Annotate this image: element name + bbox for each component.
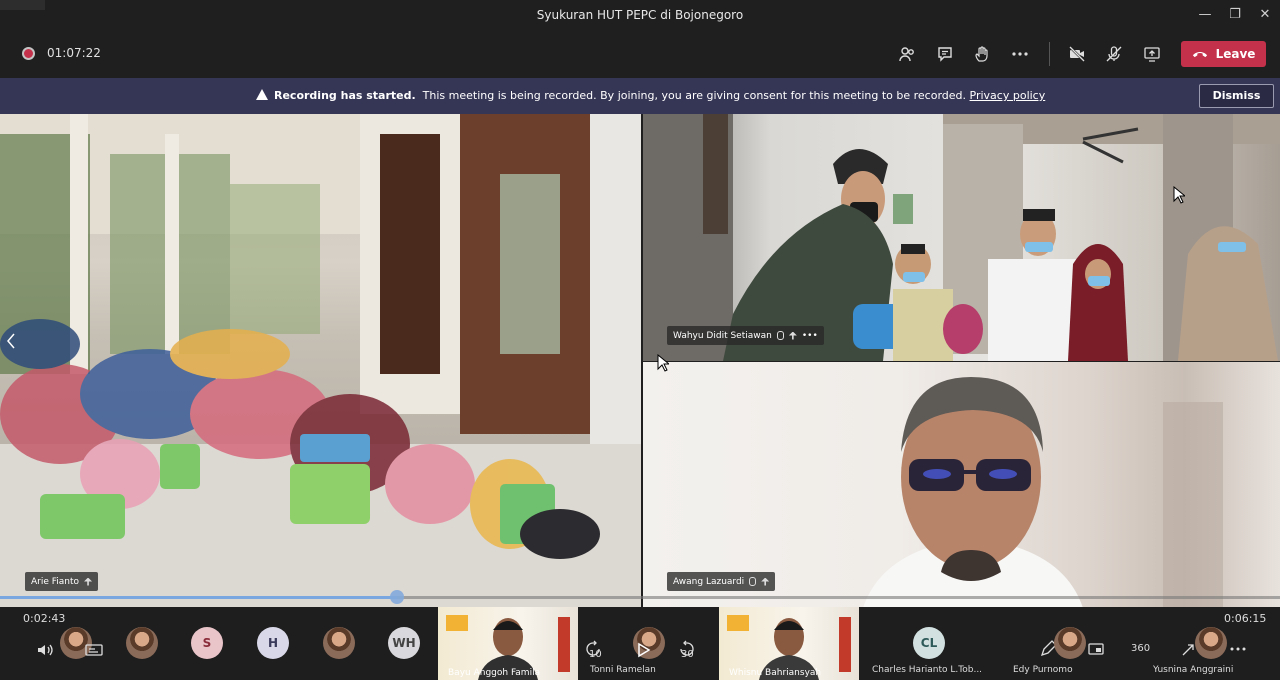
toolbar-divider <box>1049 42 1050 66</box>
total-time: 0:06:15 <box>1224 612 1267 625</box>
mic-off-icon <box>1106 46 1122 62</box>
participant-name: Bayu Anggoh Famila <box>448 668 541 678</box>
participant-name: Yusnina Anggraini <box>1153 665 1234 675</box>
video-tile-main[interactable]: Arie Fianto <box>0 114 641 608</box>
playback-progress-fill <box>0 596 397 599</box>
pin-icon <box>761 577 770 586</box>
bottom-bar: 0:02:43 0:06:15 S H WH Bayu Anggoh Famil… <box>0 607 1280 680</box>
participants-icon <box>899 47 914 62</box>
elapsed-time: 0:02:43 <box>23 612 66 625</box>
mouse-cursor-icon <box>1173 186 1185 204</box>
avatar[interactable] <box>1195 627 1227 659</box>
camera-toggle-button[interactable] <box>1065 42 1089 66</box>
participant-name-tag: Arie Fianto <box>25 572 99 591</box>
captions-icon <box>85 644 103 656</box>
meeting-toolbar: 01:07:22 Leave <box>0 30 1280 78</box>
avatar[interactable] <box>323 627 355 659</box>
play-button[interactable] <box>633 640 653 663</box>
chat-icon <box>938 47 952 62</box>
view-360-button[interactable]: 360 <box>1131 643 1150 654</box>
participant-name: Tonni Ramelan <box>590 665 656 675</box>
close-button[interactable]: ✕ <box>1256 6 1274 24</box>
forward-label: 30 <box>681 649 694 660</box>
pin-icon <box>84 577 93 586</box>
video-feed-ceremony <box>643 114 1280 361</box>
participant-name: Arie Fianto <box>31 576 80 587</box>
teams-meeting-window: Syukuran HUT PEPC di Bojonegoro — ❐ ✕ 01… <box>0 0 1280 680</box>
participant-video-thumbnail[interactable]: Bayu Anggoh Famila <box>438 607 578 680</box>
recording-title: Recording has started. <box>274 89 416 102</box>
avatar[interactable] <box>1054 627 1086 659</box>
view-360-label: 360 <box>1131 643 1151 654</box>
participants-button[interactable] <box>895 42 919 66</box>
volume-button[interactable] <box>35 640 55 663</box>
meeting-timer: 01:07:22 <box>47 46 101 60</box>
title-bar: Syukuran HUT PEPC di Bojonegoro — ❐ ✕ <box>0 0 1280 30</box>
more-options-icon <box>1230 647 1246 651</box>
leave-label: Leave <box>1215 47 1256 61</box>
avatar[interactable]: S <box>191 627 223 659</box>
warning-icon <box>256 89 268 100</box>
mouse-cursor-icon <box>657 354 669 372</box>
rewind-label: 10 <box>589 649 602 660</box>
minimize-button[interactable]: — <box>1196 6 1214 24</box>
dismiss-button[interactable]: Dismiss <box>1199 84 1274 108</box>
video-tile-bottom-right[interactable]: Awang Lazuardi <box>643 362 1280 608</box>
raise-hand-icon <box>975 46 988 62</box>
participant-name: Whisnu Bahriansyah <box>729 668 822 678</box>
participant-name: Awang Lazuardi <box>673 576 745 587</box>
rewind-button[interactable]: 10 <box>583 639 603 662</box>
recording-banner: Recording has started. This meeting is b… <box>0 78 1280 114</box>
avatar[interactable]: H <box>257 627 289 659</box>
playback-scrubber-handle[interactable] <box>389 590 404 604</box>
screenshot-icon <box>1088 643 1104 655</box>
chat-button[interactable] <box>933 42 957 66</box>
more-options-button[interactable] <box>1228 639 1248 662</box>
camera-off-icon <box>1069 46 1085 62</box>
privacy-policy-link[interactable]: Privacy policy <box>970 89 1046 102</box>
recording-message: Recording has started. This meeting is b… <box>256 89 1045 102</box>
video-tile-top-right[interactable]: Wahyu Didit Setiawan ••• <box>643 114 1280 361</box>
mic-toggle-button[interactable] <box>1102 42 1126 66</box>
participant-video-thumbnail[interactable]: Whisnu Bahriansyah <box>719 607 859 680</box>
leave-button[interactable]: Leave <box>1181 41 1266 67</box>
video-feed-crowd <box>0 114 641 608</box>
more-options-button[interactable] <box>1008 42 1032 66</box>
recording-text: This meeting is being recorded. By joini… <box>422 89 967 102</box>
forward-button[interactable]: 30 <box>677 639 697 662</box>
participant-name: Charles Harianto L.Tob... <box>872 665 983 675</box>
more-options-icon <box>1012 52 1028 56</box>
window-title: Syukuran HUT PEPC di Bojonegoro <box>536 8 744 22</box>
pin-icon <box>788 331 797 340</box>
restore-button[interactable]: ❐ <box>1226 6 1244 24</box>
recording-indicator-icon <box>22 47 35 60</box>
avatar[interactable]: WH <box>388 627 420 659</box>
mic-icon <box>749 577 757 586</box>
share-screen-button[interactable] <box>1140 42 1164 66</box>
raise-hand-button[interactable] <box>970 42 994 66</box>
participant-name-tag: Awang Lazuardi <box>667 572 776 591</box>
play-icon <box>638 642 651 658</box>
share-screen-icon <box>1144 47 1160 62</box>
hang-up-icon <box>1192 51 1207 57</box>
screenshot-button[interactable] <box>1086 639 1106 662</box>
participant-name: Edy Purnomo <box>1013 665 1073 675</box>
participant-name-tag: Wahyu Didit Setiawan ••• <box>667 326 824 345</box>
avatar[interactable] <box>126 627 158 659</box>
tile-more-options[interactable]: ••• <box>802 331 818 341</box>
playback-progress-bar[interactable] <box>0 590 1280 604</box>
participant-name: Wahyu Didit Setiawan <box>673 330 772 341</box>
mic-icon <box>776 331 784 340</box>
volume-icon <box>38 644 53 656</box>
captions-button[interactable] <box>84 640 104 663</box>
avatar[interactable]: CL <box>913 627 945 659</box>
